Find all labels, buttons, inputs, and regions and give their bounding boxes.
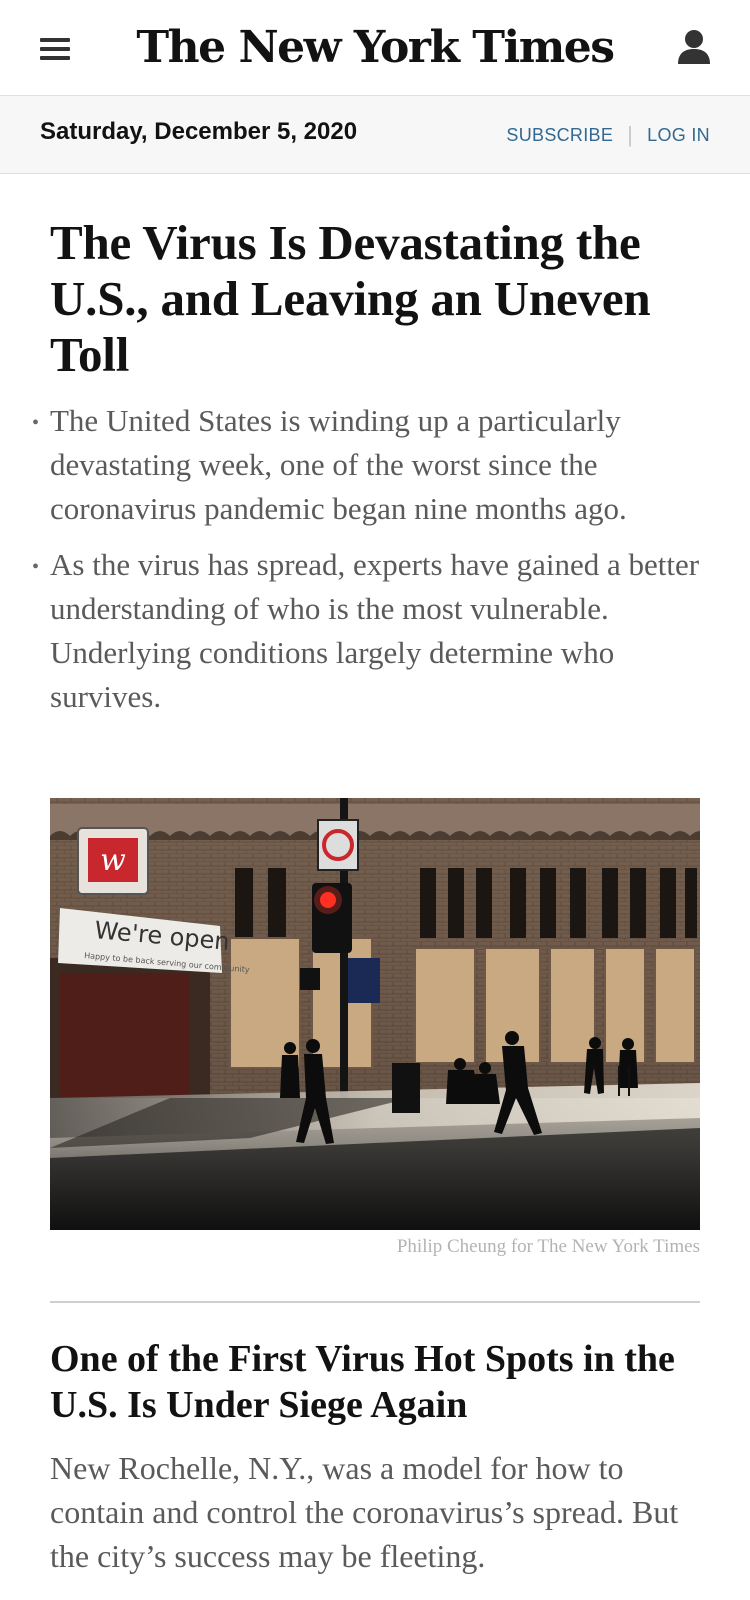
svg-text:w: w xyxy=(100,843,126,878)
lead-story-photo[interactable]: w We're open Happy to be back serving ou… xyxy=(50,798,700,1230)
current-date: Saturday, December 5, 2020 xyxy=(40,118,358,145)
lead-story-headline[interactable]: The Virus Is Devastating the U.S., and L… xyxy=(50,215,700,383)
lead-story: The Virus Is Devastating the U.S., and L… xyxy=(32,215,700,731)
lead-story-summary-list: • The United States is winding up a part… xyxy=(32,399,700,719)
summary-bullet-text: The United States is winding up a partic… xyxy=(50,403,627,526)
login-link[interactable]: LOG IN xyxy=(647,125,710,146)
masthead-logo[interactable]: The New York Times xyxy=(0,20,750,76)
photo-credit: Philip Cheung for The New York Times xyxy=(396,1236,700,1257)
date-bar: Saturday, December 5, 2020 SUBSCRIBE | L… xyxy=(0,96,750,174)
summary-bullet-text: As the virus has spread, experts have ga… xyxy=(50,547,700,714)
bullet-dot: • xyxy=(32,556,40,578)
bullet-dot: • xyxy=(32,412,40,434)
link-separator: | xyxy=(627,122,634,147)
summary-bullet: • The United States is winding up a part… xyxy=(32,399,700,531)
story-divider xyxy=(50,1301,700,1303)
user-account-icon[interactable] xyxy=(676,28,712,66)
top-navigation-bar: The New York Times xyxy=(0,0,750,96)
subscribe-link[interactable]: SUBSCRIBE xyxy=(506,125,613,146)
second-story: One of the First Virus Hot Spots in the … xyxy=(50,1336,700,1578)
second-story-headline[interactable]: One of the First Virus Hot Spots in the … xyxy=(50,1336,700,1428)
summary-bullet: • As the virus has spread, experts have … xyxy=(32,543,700,719)
account-links: SUBSCRIBE | LOG IN xyxy=(506,122,710,148)
second-story-summary: New Rochelle, N.Y., was a model for how … xyxy=(50,1450,679,1574)
